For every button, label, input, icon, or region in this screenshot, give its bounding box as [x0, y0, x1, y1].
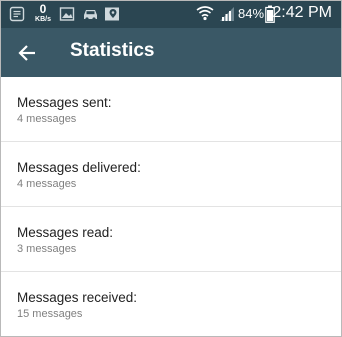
- toolbar: Statistics: [1, 28, 341, 77]
- image-icon: [59, 6, 75, 27]
- page-title: Statistics: [70, 40, 155, 61]
- arrow-left-icon: [17, 43, 37, 63]
- stat-value: 3 messages: [17, 243, 77, 255]
- stat-label: Messages received:: [17, 290, 138, 305]
- clock: 2:42 PM: [272, 4, 332, 21]
- stat-label: Messages delivered:: [17, 160, 141, 175]
- list-item-messages-read[interactable]: Messages read: 3 messages: [1, 207, 341, 272]
- list-item-messages-delivered[interactable]: Messages delivered: 4 messages: [1, 142, 341, 207]
- stat-label: Messages sent:: [17, 95, 112, 110]
- statistics-list: Messages sent: 4 messages Messages deliv…: [1, 77, 341, 336]
- stat-value: 4 messages: [17, 113, 77, 125]
- battery-percent: 84%: [238, 6, 265, 21]
- wifi-icon: [196, 5, 214, 26]
- list-item-messages-sent[interactable]: Messages sent: 4 messages: [1, 77, 341, 142]
- car-icon: [82, 6, 99, 27]
- list-item-messages-received[interactable]: Messages received: 15 messages: [1, 272, 341, 336]
- app-window: 0 KB/s 84% 2:42 PM Statistics Messages s…: [0, 0, 342, 337]
- stat-value: 4 messages: [17, 178, 77, 190]
- signal-icon: [219, 6, 235, 27]
- back-button[interactable]: [11, 37, 43, 69]
- data-rate-indicator: 0 KB/s: [34, 3, 52, 24]
- notification-icon: [9, 6, 25, 27]
- map-icon: [104, 6, 120, 27]
- stat-value: 15 messages: [17, 308, 83, 320]
- data-rate-unit: KB/s: [35, 16, 51, 23]
- stat-label: Messages read:: [17, 225, 114, 240]
- data-rate-value: 0: [39, 2, 47, 16]
- status-bar: 0 KB/s 84% 2:42 PM: [1, 1, 341, 28]
